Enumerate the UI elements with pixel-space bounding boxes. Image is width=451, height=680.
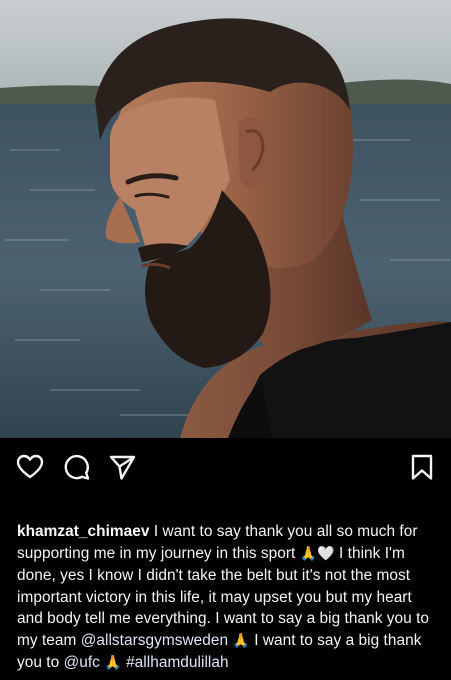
instagram-post: khamzat_chimaev I want to say thank you … xyxy=(0,0,451,680)
pray-emoji: 🙏 xyxy=(232,632,250,649)
pray-emoji: 🙏 xyxy=(104,655,122,671)
white-heart-emoji: 🤍 xyxy=(317,545,335,562)
post-actions-bar xyxy=(0,438,451,494)
comment-icon[interactable] xyxy=(62,453,90,481)
hashtag-allhamdulillah[interactable]: #allhamdulillah xyxy=(126,654,229,671)
mention-ufc[interactable]: @ufc xyxy=(64,654,100,671)
post-photo[interactable] xyxy=(0,0,451,438)
mention-allstarsgymsweden[interactable]: @allstarsgymsweden xyxy=(81,632,228,649)
heart-icon[interactable] xyxy=(16,453,44,481)
post-caption: khamzat_chimaev I want to say thank you … xyxy=(17,521,439,675)
bookmark-icon[interactable] xyxy=(408,453,436,481)
caption-username[interactable]: khamzat_chimaev xyxy=(17,523,150,540)
pray-emoji: 🙏 xyxy=(299,545,318,562)
portrait-photo xyxy=(0,0,451,438)
paper-plane-icon[interactable] xyxy=(108,453,136,481)
